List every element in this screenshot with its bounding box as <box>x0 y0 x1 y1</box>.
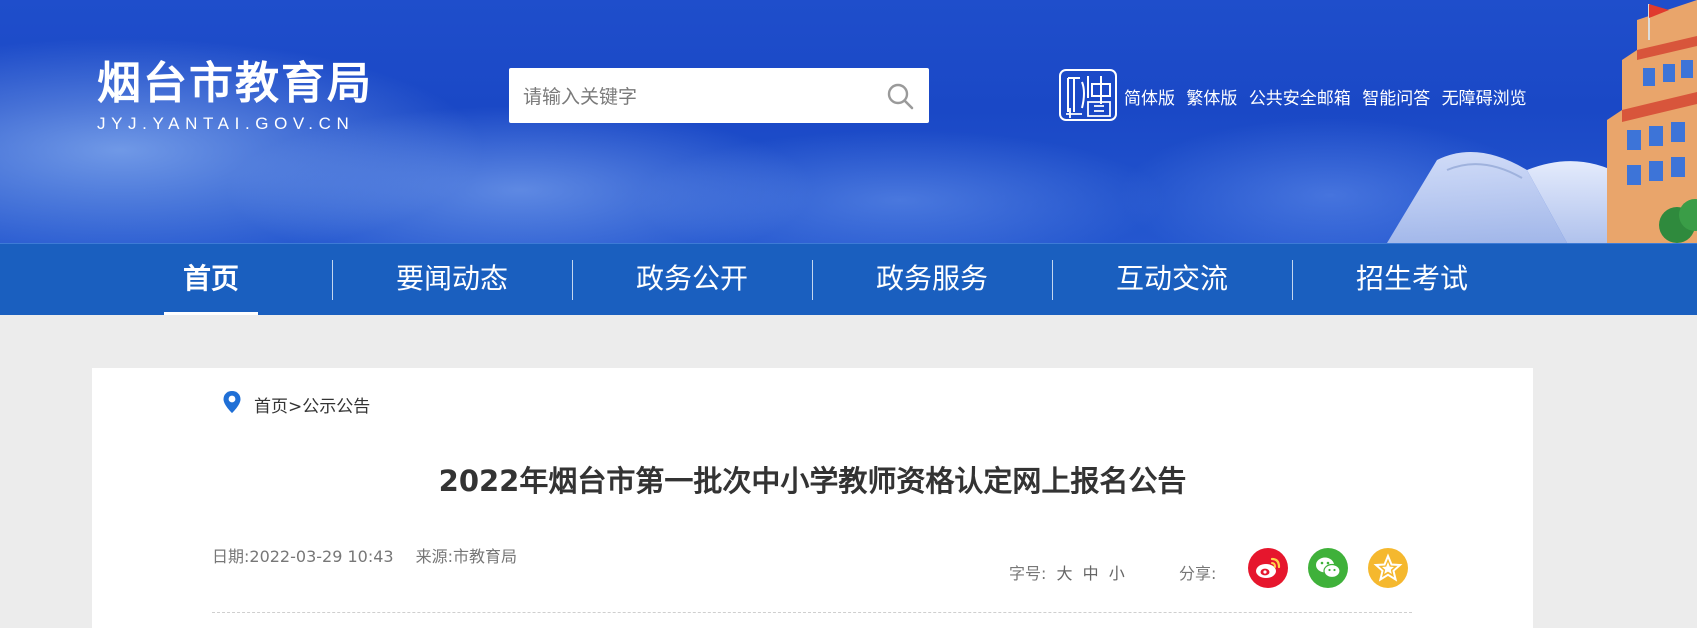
breadcrumb-separator: > <box>288 397 303 417</box>
favorite-icon[interactable] <box>1368 548 1408 588</box>
font-size-control: 字号: 大 中 小 <box>1009 560 1125 584</box>
nav-separator <box>1052 260 1053 300</box>
nav-news[interactable]: 要闻动态 <box>372 244 532 315</box>
location-pin-icon <box>223 391 241 413</box>
nav-admissions[interactable]: 招生考试 <box>1332 244 1492 315</box>
link-simplified[interactable]: 简体版 <box>1124 89 1175 109</box>
nav-separator <box>812 260 813 300</box>
font-size-medium[interactable]: 中 <box>1083 564 1099 583</box>
nav-active-indicator <box>164 312 258 315</box>
article-card: 首页>公示公告 2022年烟台市第一批次中小学教师资格认定网上报名公告 日期:2… <box>92 368 1533 628</box>
link-traditional[interactable]: 繁体版 <box>1186 89 1237 109</box>
breadcrumb-home[interactable]: 首页 <box>254 397 288 417</box>
search-input[interactable] <box>521 68 865 125</box>
main-nav: 首页 要闻动态 政务公开 政务服务 互动交流 招生考试 <box>0 243 1697 315</box>
font-size-label: 字号: <box>1009 564 1047 583</box>
share-label: 分享: <box>1179 564 1217 583</box>
breadcrumb-current[interactable]: 公示公告 <box>302 397 370 417</box>
nav-home[interactable]: 首页 <box>151 244 271 315</box>
header-banner: 烟台市教育局 JYJ.YANTAI.GOV.CN 简体版 繁体版 公共安全邮箱 … <box>0 0 1697 243</box>
wechat-icon[interactable] <box>1308 548 1348 588</box>
font-size-small[interactable]: 小 <box>1109 564 1125 583</box>
nav-gov-info[interactable]: 政务公开 <box>612 244 772 315</box>
weibo-icon[interactable] <box>1248 548 1288 588</box>
site-title[interactable]: 烟台市教育局 <box>97 60 373 108</box>
nav-interaction[interactable]: 互动交流 <box>1092 244 1252 315</box>
breadcrumb: 首页>公示公告 <box>254 392 370 417</box>
site-domain: JYJ.YANTAI.GOV.CN <box>97 114 355 133</box>
nav-separator <box>332 260 333 300</box>
article-title: 2022年烟台市第一批次中小学教师资格认定网上报名公告 <box>438 464 1187 498</box>
article-meta: 日期:2022-03-29 10:43 来源:市教育局 <box>212 543 517 567</box>
search-box <box>509 68 929 125</box>
font-size-large[interactable]: 大 <box>1057 564 1073 583</box>
search-icon[interactable] <box>885 81 915 111</box>
publish-date: 日期:2022-03-29 10:43 <box>212 547 394 566</box>
article-source: 来源:市教育局 <box>415 547 517 566</box>
nav-gov-service[interactable]: 政务服务 <box>852 244 1012 315</box>
nav-separator <box>1292 260 1293 300</box>
china-yantai-seal-logo <box>1058 68 1118 132</box>
nav-separator <box>572 260 573 300</box>
school-building-illustration <box>1387 0 1697 243</box>
